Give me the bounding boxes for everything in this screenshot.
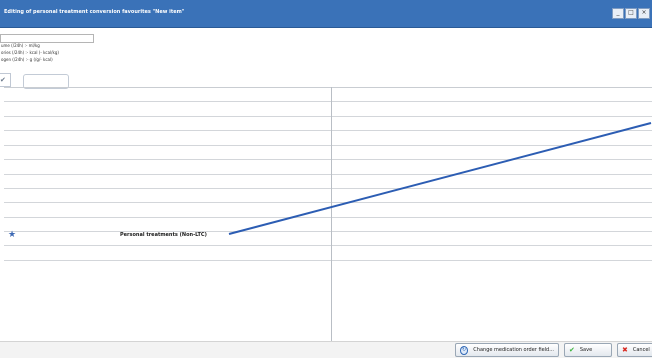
button-bar: ↻ Change medication order field... ✔ Sav… [0,341,652,358]
cancel-button[interactable]: ✖ Cancel [617,343,652,357]
change-field-icon: ↻ [460,345,469,355]
cancel-label: Cancel [632,347,650,353]
save-label: Save [579,347,593,353]
cross-icon: ✖ [622,345,628,354]
change-field-label: Change medication order field... [473,347,554,353]
annotation-arrow [228,122,652,235]
checkmark-icon: ✔ [569,345,575,354]
save-button[interactable]: ✔ Save [564,343,612,357]
annotation-arrow-line [228,122,652,235]
change-medication-order-field-button[interactable]: ↻ Change medication order field... [455,343,559,357]
